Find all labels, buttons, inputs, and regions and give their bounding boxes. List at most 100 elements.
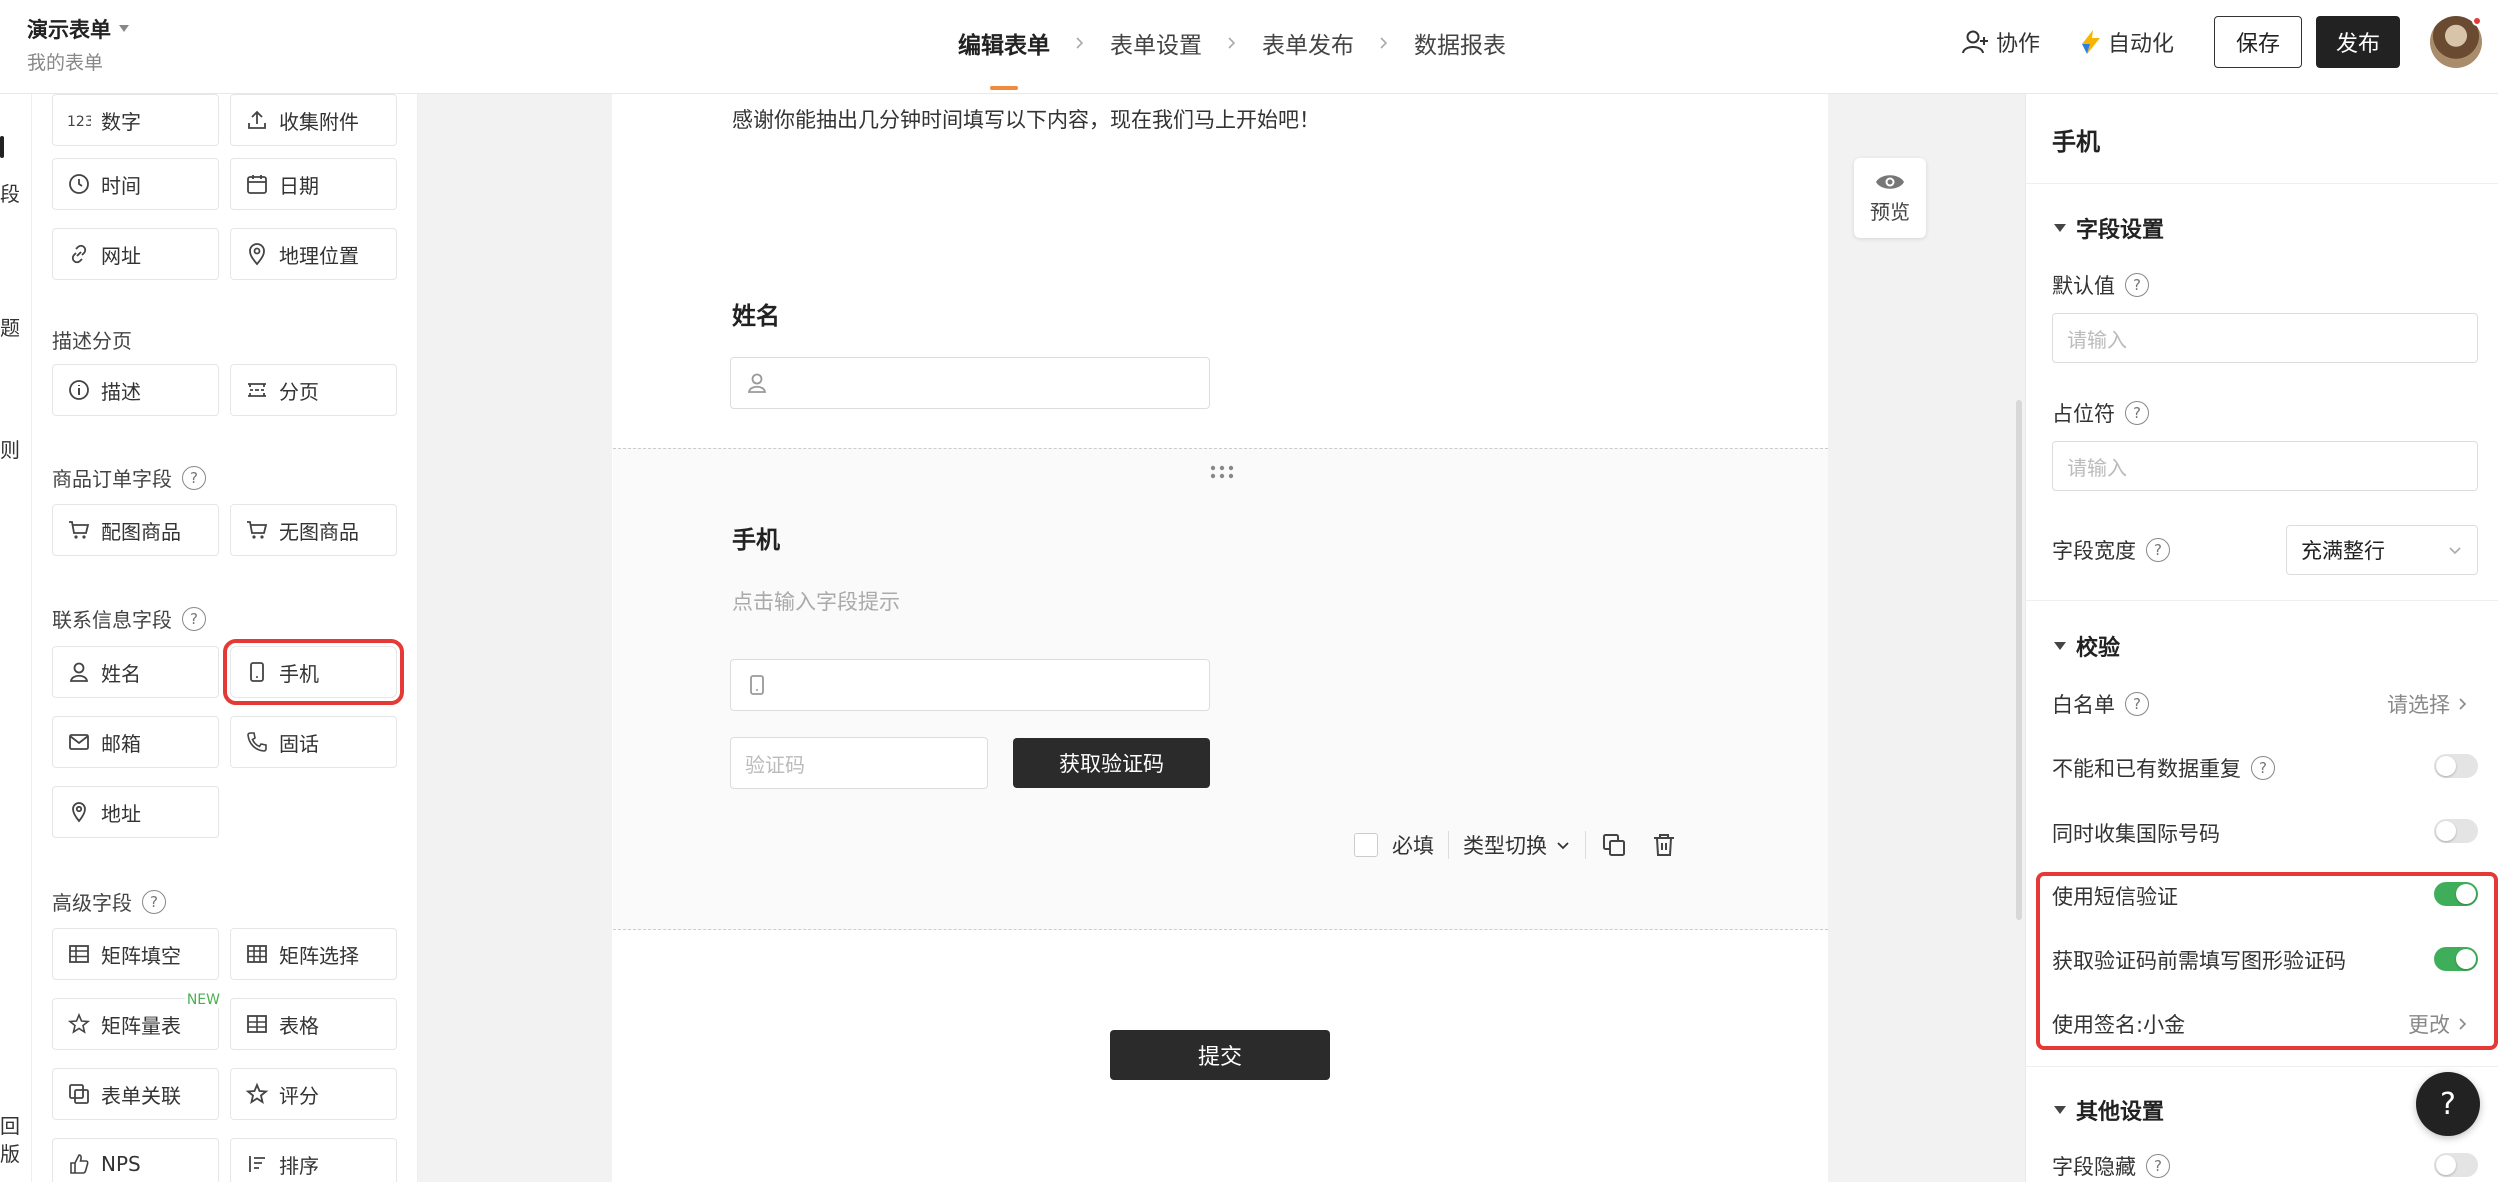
drag-handle-icon[interactable] [1209,464,1235,480]
submit-button[interactable]: 提交 [1110,1030,1330,1080]
rail-item-back[interactable]: 回 [0,1110,20,1139]
palette-product-noimage[interactable]: 无图商品 [230,504,397,556]
palette-table[interactable]: 表格 [230,998,397,1050]
user-avatar[interactable] [2430,16,2482,68]
collapse-arrow-icon [2054,642,2066,650]
palette-nps[interactable]: NPS [52,1138,219,1182]
section-other-settings[interactable]: 其他设置 [2054,1094,2164,1126]
panel-divider [2025,600,2498,601]
location-pin-icon [72,802,86,823]
palette-date[interactable]: 日期 [230,158,397,210]
phone-field-title[interactable]: 手机 [732,520,780,555]
name-input[interactable] [730,357,1210,409]
canvas-scrollbar[interactable] [2016,400,2022,920]
palette-matrix-scale[interactable]: 矩阵量表 NEW [52,992,222,1050]
rail-item-version[interactable]: 版 [0,1138,20,1167]
section-other-settings-label: 其他设置 [2076,1100,2165,1125]
step-edit-form[interactable]: 编辑表单 [958,26,1050,90]
help-icon[interactable]: ? [2251,756,2275,780]
palette-name[interactable]: 姓名 [52,646,219,698]
palette-number[interactable]: 123 数字 [52,94,219,146]
palette-time[interactable]: 时间 [52,158,219,210]
section-validation[interactable]: 校验 [2054,630,2120,662]
palette-email[interactable]: 邮箱 [52,716,219,768]
name-field-title[interactable]: 姓名 [732,296,780,331]
collaborate-button[interactable]: 协作 [1961,26,2040,58]
form-breadcrumb[interactable]: 我的表单 [27,48,103,75]
step-data-report[interactable]: 数据报表 [1414,26,1506,60]
help-icon[interactable]: ? [142,889,166,914]
help-icon[interactable]: ? [2146,1154,2170,1178]
rail-item-fields[interactable]: 段 [0,178,20,207]
section-contact-heading: 联系信息字段? [52,604,206,633]
palette-telephone[interactable]: 固话 [230,716,397,768]
type-switch-dropdown[interactable]: 类型切换 [1463,830,1571,860]
hide-field-text: 字段隐藏 [2052,1155,2136,1179]
new-badge: NEW [184,992,222,1008]
toolbar-divider [1448,831,1449,859]
step-form-settings[interactable]: 表单设置 [1110,26,1202,60]
rail-item-rules[interactable]: 则 [0,434,20,463]
intl-number-label: 同时收集国际号码 [2052,818,2220,848]
phone-input[interactable] [730,659,1210,711]
palette-form-link[interactable]: 表单关联 [52,1068,219,1120]
palette-location-label: 地理位置 [279,243,359,268]
preview-button[interactable]: 预览 [1854,158,1926,238]
placeholder-input[interactable]: 请输入 [2052,441,2478,491]
automation-button[interactable]: 自动化 [2080,26,2174,58]
section-field-settings-label: 字段设置 [2076,218,2165,243]
palette-matrix-select-label: 矩阵选择 [279,943,359,968]
cart-icon [247,521,268,539]
table-icon [247,1015,267,1033]
help-icon[interactable]: ? [182,465,206,490]
sort-icon [249,1156,265,1172]
field-width-label: 字段宽度? [2052,535,2170,565]
verification-code-input[interactable]: 验证码 [730,737,988,789]
palette-sort[interactable]: 排序 [230,1138,397,1182]
whitelist-select[interactable]: 请选择 [2387,689,2470,719]
phone-field-hint[interactable]: 点击输入字段提示 [732,586,900,616]
palette-matrix-select[interactable]: 矩阵选择 [230,928,397,980]
palette-phone[interactable]: 手机 [223,639,404,705]
location-pin-icon [249,243,265,266]
placeholder-input-placeholder: 请输入 [2067,455,2127,480]
palette-description[interactable]: 描述 [52,364,219,416]
help-icon[interactable]: ? [2125,401,2149,425]
help-icon[interactable]: ? [2146,538,2170,562]
palette-form-link-label: 表单关联 [101,1083,181,1108]
trash-icon[interactable] [1650,831,1678,859]
palette-url[interactable]: 网址 [52,228,219,280]
rail-item-questions[interactable]: 题 [0,312,20,341]
palette-page[interactable]: 分页 [230,364,397,416]
palette-attachment[interactable]: 收集附件 [230,94,397,146]
chevron-right-icon [2459,698,2467,710]
hide-field-toggle[interactable] [2434,1153,2478,1177]
step-form-publish[interactable]: 表单发布 [1262,26,1354,60]
palette-product-image[interactable]: 配图商品 [52,504,219,556]
field-width-select[interactable]: 充满整行 [2286,525,2478,575]
default-value-input[interactable]: 请输入 [2052,313,2478,363]
palette-location[interactable]: 地理位置 [230,228,397,280]
palette-date-label: 日期 [279,173,319,198]
placeholder-text: 占位符 [2052,402,2115,426]
intl-number-toggle[interactable] [2434,819,2478,843]
required-checkbox[interactable] [1354,833,1378,857]
form-title-dropdown[interactable]: 演示表单 [27,14,129,44]
palette-matrix-fill[interactable]: 矩阵填空 [52,928,219,980]
section-field-settings[interactable]: 字段设置 [2054,212,2164,244]
palette-product-image-label: 配图商品 [101,519,181,544]
help-icon[interactable]: ? [182,606,206,631]
copy-icon[interactable] [1600,831,1628,859]
no-duplicate-toggle[interactable] [2434,754,2478,778]
palette-address[interactable]: 地址 [52,786,219,838]
publish-button[interactable]: 发布 [2316,16,2400,68]
help-icon[interactable]: ? [2125,273,2149,297]
get-code-button[interactable]: 获取验证码 [1013,738,1210,788]
table-icon [247,945,267,963]
help-fab-button[interactable]: ? [2416,1072,2480,1136]
save-button[interactable]: 保存 [2214,16,2302,68]
help-icon[interactable]: ? [2125,692,2149,716]
palette-rating[interactable]: 评分 [230,1068,397,1120]
notification-dot [2472,16,2482,26]
form-intro-text[interactable]: 感谢你能抽出几分钟时间填写以下内容，现在我们马上开始吧！ [732,104,1320,134]
